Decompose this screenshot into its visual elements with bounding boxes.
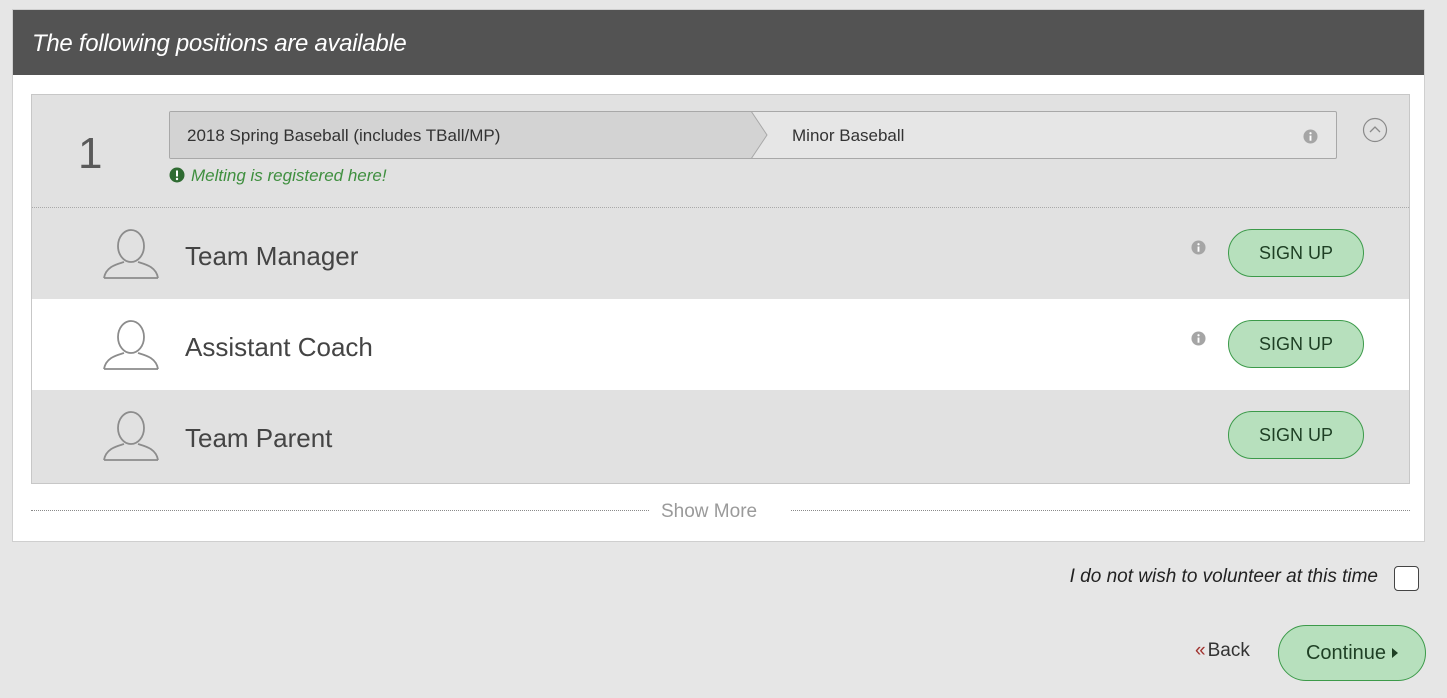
positions-panel: The following positions are available 1 … [12, 9, 1425, 542]
breadcrumb-item-program: 2018 Spring Baseball (includes TBall/MP) [187, 126, 501, 145]
role-row: Team Manager SIGN UP [32, 208, 1409, 299]
info-icon[interactable] [1191, 240, 1206, 255]
divider-line [31, 510, 649, 511]
panel-title: The following positions are available [32, 30, 407, 57]
person-icon [103, 229, 159, 279]
opt-out-label: I do not wish to volunteer at this time [1069, 566, 1378, 587]
double-chevron-left-icon: « [1195, 640, 1206, 661]
group-header: 1 2018 Spring Baseball (includes TBall/M… [32, 95, 1409, 208]
position-group: 1 2018 Spring Baseball (includes TBall/M… [31, 94, 1410, 484]
person-icon [103, 411, 159, 461]
role-row: Assistant Coach SIGN UP [32, 299, 1409, 390]
sign-up-button[interactable]: SIGN UP [1228, 411, 1364, 459]
sign-up-button[interactable]: SIGN UP [1228, 320, 1364, 368]
breadcrumb-item-division: Minor Baseball [792, 126, 905, 145]
breadcrumb-separator-icon [735, 112, 768, 158]
exclamation-circle-icon [169, 167, 185, 183]
back-label: Back [1207, 640, 1250, 661]
divider-line [791, 510, 1410, 511]
back-link[interactable]: «Back [1195, 640, 1250, 662]
role-row: Team Parent SIGN UP [32, 390, 1409, 481]
continue-label: Continue [1305, 641, 1387, 664]
panel-header: The following positions are available [13, 10, 1424, 75]
sign-up-button[interactable]: SIGN UP [1228, 229, 1364, 277]
continue-button[interactable]: Continue [1278, 625, 1426, 681]
registered-notice: Melting is registered here! [169, 166, 387, 186]
show-more-divider: Show More [31, 498, 1410, 522]
role-name: Team Manager [185, 241, 359, 271]
person-icon [103, 320, 159, 370]
registered-text: Melting is registered here! [191, 166, 387, 185]
info-icon[interactable] [1191, 331, 1206, 346]
caret-right-icon [1392, 647, 1399, 658]
role-name: Assistant Coach [185, 332, 373, 362]
info-icon[interactable] [1303, 129, 1318, 144]
group-number: 1 [78, 129, 103, 178]
breadcrumb: 2018 Spring Baseball (includes TBall/MP)… [169, 111, 1337, 159]
collapse-chevron-up-icon[interactable] [1362, 117, 1388, 143]
role-name: Team Parent [185, 423, 333, 453]
show-more-link[interactable]: Show More [661, 501, 757, 523]
opt-out-checkbox[interactable] [1394, 566, 1419, 591]
